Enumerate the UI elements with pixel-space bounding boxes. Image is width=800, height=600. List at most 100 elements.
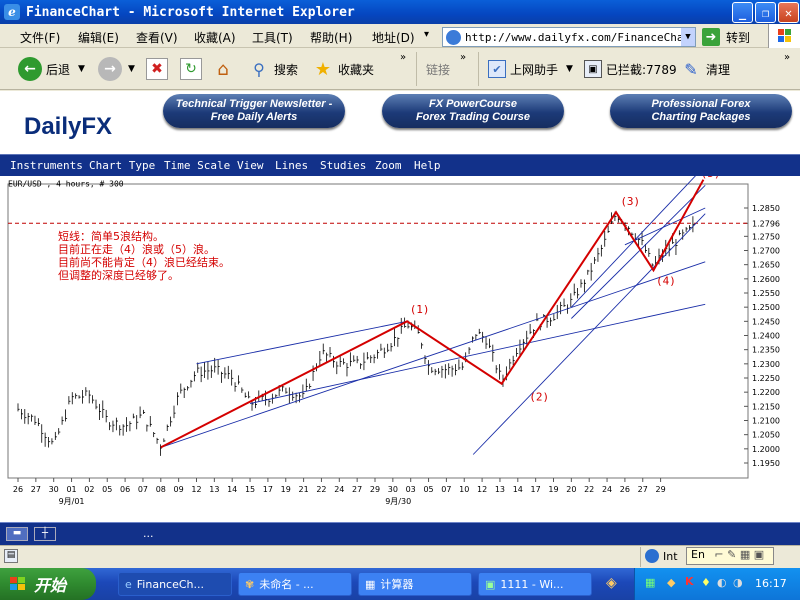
title-bar: e FinanceChart - Microsoft Internet Expl… — [0, 0, 800, 24]
x-tick-label: 13 — [209, 485, 219, 494]
forward-button[interactable]: → ▼ — [98, 56, 135, 82]
broom-icon: ✎ — [684, 59, 698, 79]
address-input[interactable]: http://www.dailyfx.com/FinanceChart. ▼ — [442, 27, 696, 47]
task-window-1111[interactable]: ▣ 1111 - Wi... — [478, 572, 592, 596]
nav-zoom[interactable]: Zoom — [375, 159, 402, 172]
search-button[interactable]: ⚲ 搜索 — [248, 56, 298, 82]
tray-icon[interactable]: ◆ — [667, 576, 675, 589]
chevron-right-icon[interactable]: » — [460, 52, 466, 63]
stop-button[interactable]: ✖ — [146, 56, 168, 82]
month-label: 9月/01 — [59, 497, 85, 506]
x-tick-label: 24 — [602, 485, 612, 494]
chevron-right-icon[interactable]: » — [400, 52, 406, 63]
bulb-icon[interactable]: ♦ — [701, 576, 711, 589]
task-paint[interactable]: ✾ 未命名 - ... — [238, 572, 352, 596]
ime-tools-icon[interactable]: ⌐ ✎ ▦ ▣ — [714, 548, 764, 561]
back-dropdown-icon[interactable]: ▼ — [78, 64, 85, 74]
maximize-button[interactable]: ❐ — [755, 2, 776, 23]
blocked-label: 已拦截:7789 — [606, 62, 677, 77]
clean-button[interactable]: ✎ 清理 — [680, 56, 730, 82]
price-chart[interactable]: EUR/USD , 4 hours, # 300 1.2850 1.2796 1.27… — [0, 165, 800, 522]
chart-area[interactable]: EUR/USD , 4 hours, # 300 1.2850 1.2796 1.27… — [0, 165, 800, 522]
language-bar[interactable]: En ⌐ ✎ ▦ ▣ — [686, 547, 774, 565]
banner-line2: Forex Trading Course — [415, 111, 531, 123]
address-dropdown-icon[interactable]: ▼ — [681, 28, 695, 46]
speaker-icon[interactable]: ◐ — [717, 576, 727, 589]
newsletter-banner[interactable]: Technical Trigger Newsletter - Free Dail… — [163, 94, 345, 128]
forward-dropdown-icon[interactable]: ▼ — [128, 64, 135, 74]
task-label: 1111 - Wi... — [500, 577, 564, 591]
menu-edit[interactable]: 编辑(E) — [78, 29, 119, 46]
nav-time-scale[interactable]: Time Scale — [164, 159, 230, 172]
web-page: DailyFX Technical Trigger Newsletter - F… — [0, 91, 800, 545]
x-tick-label: 17 — [531, 485, 541, 494]
stop-icon: ✖ — [146, 58, 168, 80]
task-label: 未命名 - ... — [259, 578, 314, 591]
x-tick-label: 14 — [227, 485, 237, 494]
x-tick-label: 12 — [477, 485, 487, 494]
charting-packages-banner[interactable]: Professional Forex Charting Packages — [610, 94, 792, 128]
y-tick-label: 1.2300 — [752, 360, 780, 369]
back-label: 后退 — [46, 62, 71, 77]
banner-line2: Free Daily Alerts — [210, 111, 298, 123]
chevron-right-icon[interactable]: » — [784, 52, 790, 63]
window-title: FinanceChart - Microsoft Internet Explor… — [26, 4, 355, 20]
refresh-button[interactable]: ↻ — [180, 56, 202, 82]
task-calculator[interactable]: ▦ 计算器 — [358, 572, 472, 596]
antivirus-icon[interactable]: K — [685, 575, 694, 588]
start-label: 开始 — [34, 576, 67, 595]
x-tick-label: 21 — [299, 485, 309, 494]
menu-tools[interactable]: 工具(T) — [252, 29, 293, 46]
x-tick-label: 27 — [638, 485, 648, 494]
nav-view[interactable]: View — [237, 159, 264, 172]
clock-time: 16:17 — [755, 577, 787, 590]
x-tick-label: 03 — [406, 485, 416, 494]
paint-icon: ✾ — [245, 577, 255, 591]
menu-help[interactable]: 帮助(H) — [310, 29, 352, 46]
close-button[interactable]: ✕ — [778, 2, 799, 23]
cursor-tool-icon[interactable]: ▬ — [6, 527, 28, 541]
menu-file[interactable]: 文件(F) — [20, 29, 60, 46]
go-arrow-icon: ➜ — [702, 28, 720, 46]
back-button[interactable]: ← 后退 ▼ — [18, 56, 85, 82]
minimize-button[interactable]: _ — [732, 2, 753, 23]
nav-studies[interactable]: Studies — [320, 159, 366, 172]
nav-help[interactable]: Help — [414, 159, 441, 172]
nav-lines[interactable]: Lines — [275, 159, 308, 172]
menu-view[interactable]: 查看(V) — [136, 29, 178, 46]
network-icon[interactable]: ▦ — [645, 576, 655, 589]
powercourse-banner[interactable]: FX PowerCourse Forex Trading Course — [382, 94, 564, 128]
clean-label: 清理 — [706, 62, 731, 77]
assistant-button[interactable]: ✔ 上网助手 ▼ — [488, 56, 573, 82]
y-tick-label: 1.2150 — [752, 402, 780, 411]
y-tick-label: 1.2700 — [752, 247, 780, 256]
analysis-annotation: 但调整的深度已经够了。 — [58, 268, 179, 282]
favorites-button[interactable]: ★ 收藏夹 — [312, 56, 374, 82]
links-button[interactable]: 链接 — [426, 56, 450, 82]
address-dropdown-icon[interactable]: ▾ — [424, 29, 429, 40]
blocked-button[interactable]: ▣ 已拦截:7789 — [584, 56, 677, 82]
quicklaunch-icon[interactable]: ◈ — [606, 575, 617, 591]
go-button[interactable]: ➜ 转到 — [702, 27, 764, 47]
wave-label: (1) — [410, 303, 430, 316]
status-bar: ▤ Int — [0, 545, 800, 567]
clock-icon[interactable]: ◑ — [733, 576, 743, 589]
crosshair-tool-icon[interactable]: ┼ — [34, 527, 56, 541]
banner-line1: FX PowerCourse — [428, 98, 518, 110]
chart-status-text: ... — [143, 527, 154, 540]
windows-logo — [768, 24, 800, 48]
start-button[interactable]: 开始 — [0, 568, 96, 600]
menu-favorites[interactable]: 收藏(A) — [194, 29, 236, 46]
y-tick-label: 1.2250 — [752, 374, 780, 383]
nav-instruments[interactable]: Instruments — [10, 159, 83, 172]
task-financechart[interactable]: e FinanceCh... — [118, 572, 232, 596]
x-tick-label: 24 — [334, 485, 344, 494]
home-button[interactable]: ⌂ — [212, 56, 234, 82]
page-icon — [446, 30, 461, 45]
nav-chart-type[interactable]: Chart Type — [89, 159, 155, 172]
assistant-dropdown-icon[interactable]: ▼ — [566, 64, 573, 74]
month-label: 9月/30 — [385, 497, 411, 506]
y-tick-label: 1.2796 — [752, 219, 780, 228]
dailyfx-logo[interactable]: DailyFX — [24, 113, 112, 141]
lang-label: En — [691, 548, 705, 561]
